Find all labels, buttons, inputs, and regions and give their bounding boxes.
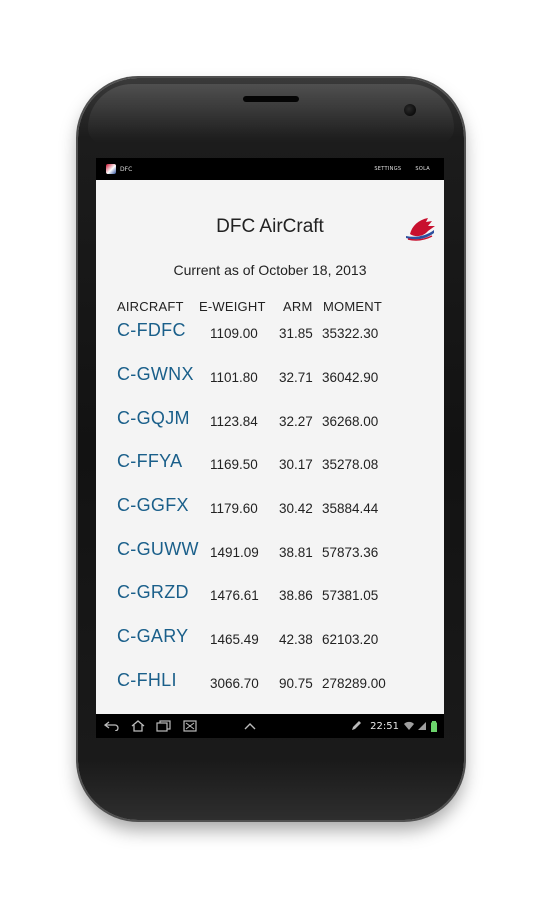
moment-value: 36042.90 <box>322 370 379 385</box>
table-row: C-FHLI 3066.70 90.75 278289.00 <box>96 670 444 710</box>
edit-icon <box>346 719 366 733</box>
table-row: C-GQJM 1123.84 32.27 36268.00 <box>96 408 444 448</box>
column-header-aircraft: AIRCRAFT <box>117 299 184 314</box>
moment-value: 57381.05 <box>322 588 379 603</box>
clock-time: 22:51 <box>370 720 399 732</box>
app-screen: DFC SETTINGS SOLA DFC AirCraft Current a… <box>96 158 444 738</box>
moment-value: 62103.20 <box>322 632 379 647</box>
arm-value: 42.38 <box>279 632 313 647</box>
arm-value: 31.85 <box>279 326 313 341</box>
aircraft-link[interactable]: C-GWNX <box>117 364 194 385</box>
moment-value: 35322.30 <box>322 326 379 341</box>
signal-icon <box>417 719 427 733</box>
screenshot-icon[interactable] <box>180 719 200 733</box>
moment-value: 36268.00 <box>322 414 379 429</box>
earpiece-speaker <box>243 96 299 102</box>
moment-value: 35884.44 <box>322 501 379 516</box>
arm-value: 90.75 <box>279 676 313 691</box>
last-updated-text: Current as of October 18, 2013 <box>173 262 367 278</box>
bezel-highlight <box>88 84 454 144</box>
aircraft-link[interactable]: C-FHLI <box>117 670 177 691</box>
table-row: C-GUWW 1491.09 38.81 57873.36 <box>96 539 444 579</box>
arm-value: 30.42 <box>279 501 313 516</box>
e-weight-value: 1465.49 <box>210 632 259 647</box>
e-weight-value: 1491.09 <box>210 545 259 560</box>
table-row: C-FDFC 1109.00 31.85 35322.30 <box>96 320 444 360</box>
aircraft-link[interactable]: C-GUWW <box>117 539 199 560</box>
e-weight-value: 3066.70 <box>210 676 259 691</box>
aircraft-link[interactable]: C-GQJM <box>117 408 190 429</box>
e-weight-value: 1476.61 <box>210 588 259 603</box>
table-row: C-FFYA 1169.50 30.17 35278.08 <box>96 451 444 491</box>
app-icon[interactable] <box>106 164 116 174</box>
moment-value: 35278.08 <box>322 457 379 472</box>
arm-value: 38.86 <box>279 588 313 603</box>
system-nav-bar: 22:51 <box>96 714 444 738</box>
front-camera <box>404 104 416 116</box>
recents-icon[interactable] <box>154 719 174 733</box>
table-row: C-GRZD 1476.61 38.86 57381.05 <box>96 582 444 622</box>
aircraft-link[interactable]: C-GGFX <box>117 495 189 516</box>
table-row: C-GWNX 1101.80 32.71 36042.90 <box>96 364 444 404</box>
battery-icon <box>430 719 438 733</box>
e-weight-value: 1109.00 <box>210 326 258 341</box>
arm-value: 38.81 <box>279 545 313 560</box>
arm-value: 32.27 <box>279 414 313 429</box>
arm-value: 30.17 <box>279 457 313 472</box>
aircraft-link[interactable]: C-GRZD <box>117 582 189 603</box>
home-icon[interactable] <box>128 719 148 733</box>
table-row: C-GGFX 1179.60 30.42 35884.44 <box>96 495 444 535</box>
column-header-moment: MOMENT <box>323 299 382 314</box>
action-bar: DFC SETTINGS SOLA <box>96 158 444 180</box>
table-row: C-GARY 1465.49 42.38 62103.20 <box>96 626 444 666</box>
aircraft-link[interactable]: C-FDFC <box>117 320 186 341</box>
aircraft-link[interactable]: C-FFYA <box>117 451 182 472</box>
action-bar-title: DFC <box>120 165 133 173</box>
e-weight-value: 1101.80 <box>210 370 258 385</box>
arm-value: 32.71 <box>279 370 313 385</box>
settings-action[interactable]: SETTINGS <box>374 166 401 172</box>
moment-value: 278289.00 <box>322 676 386 691</box>
maple-leaf-logo <box>406 218 435 241</box>
moment-value: 57873.36 <box>322 545 379 560</box>
column-header-e-weight: E-WEIGHT <box>199 299 266 314</box>
back-icon[interactable] <box>102 719 122 733</box>
column-header-arm: ARM <box>283 299 313 314</box>
wifi-icon <box>403 719 415 733</box>
chevron-up-icon[interactable] <box>240 719 260 733</box>
e-weight-value: 1123.84 <box>210 414 258 429</box>
page-title: DFC AirCraft <box>216 216 324 237</box>
e-weight-value: 1169.50 <box>210 457 258 472</box>
aircraft-link[interactable]: C-GARY <box>117 626 188 647</box>
sola-action[interactable]: SOLA <box>415 166 430 172</box>
e-weight-value: 1179.60 <box>210 501 258 516</box>
